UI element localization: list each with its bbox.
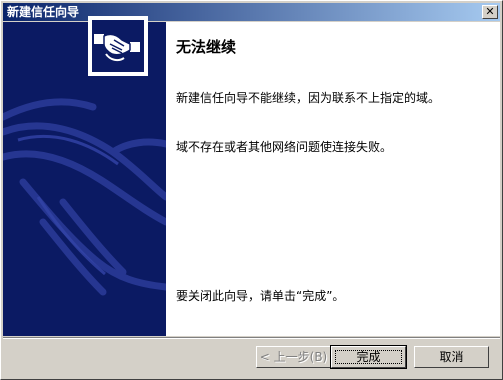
wizard-logo <box>88 16 148 76</box>
close-icon: ✕ <box>485 5 495 18</box>
cancel-button[interactable]: 取消 <box>414 346 489 368</box>
handshake-icon <box>94 33 140 62</box>
finish-instruction: 要关闭此向导，请单击“完成”。 <box>176 289 345 303</box>
finish-button[interactable]: 完成 <box>330 345 407 369</box>
page-title: 无法继续 <box>176 38 237 56</box>
title-bar[interactable]: 新建信任向导 ✕ <box>3 3 500 21</box>
wizard-window: 新建信任向导 ✕ 无法继续 新建信任向导不能继续，因为联系不上指定的域。 域不存… <box>0 0 503 380</box>
back-button[interactable]: < 上一步(B) <box>256 346 331 368</box>
error-message: 新建信任向导不能继续，因为联系不上指定的域。 <box>176 91 441 105</box>
focus-rectangle <box>335 350 402 364</box>
content-panel: 无法继续 新建信任向导不能继续，因为联系不上指定的域。 域不存在或者其他网络问题… <box>166 22 500 336</box>
error-detail: 域不存在或者其他网络问题使连接失败。 <box>176 140 393 154</box>
button-divider <box>3 337 500 339</box>
close-button[interactable]: ✕ <box>482 5 498 19</box>
window-title: 新建信任向导 <box>7 5 80 19</box>
